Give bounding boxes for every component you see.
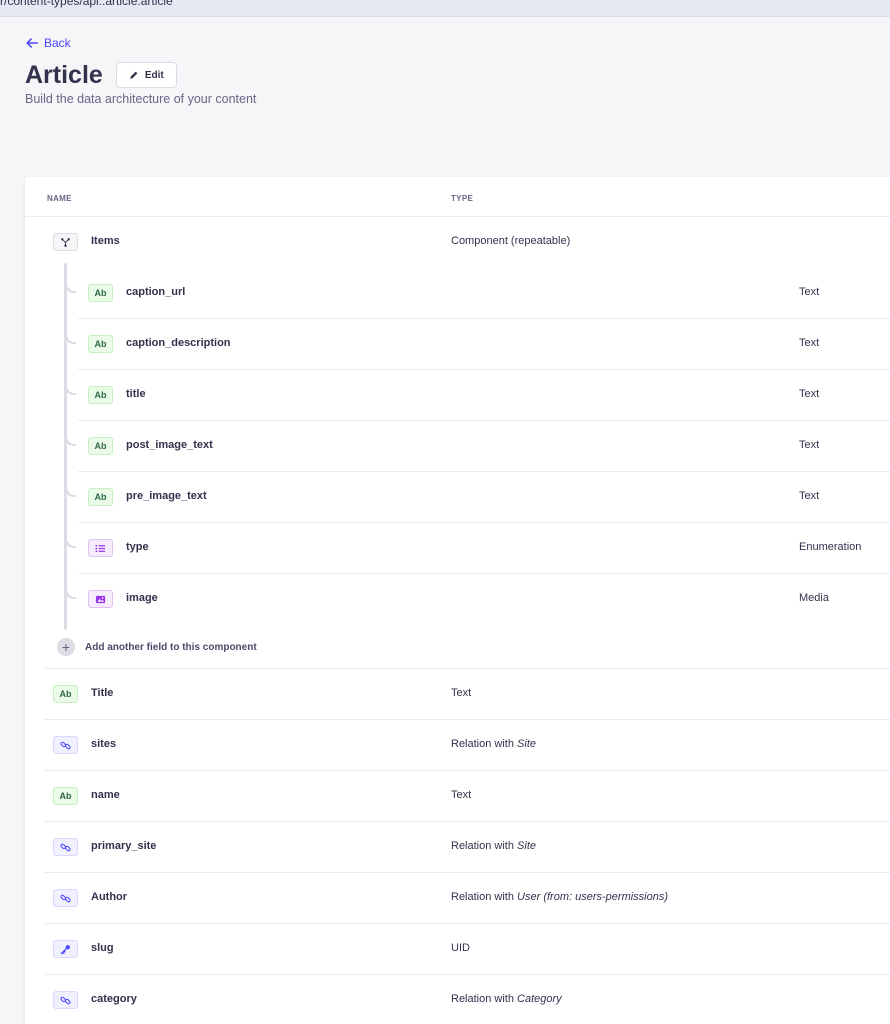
field-type: Relation with Category <box>451 993 562 1005</box>
field-type: Text <box>799 439 820 451</box>
back-label: Back <box>44 36 71 50</box>
field-name: primary_site <box>91 840 157 852</box>
component-field-row[interactable]: Ab caption_url Text <box>78 268 890 319</box>
field-name: type <box>126 541 149 553</box>
relation-icon <box>53 736 78 754</box>
text-icon: Ab <box>53 685 78 703</box>
field-type: UID <box>451 942 470 954</box>
component-field-row[interactable]: type Enumeration <box>78 523 890 574</box>
text-icon: Ab <box>88 386 113 404</box>
field-row[interactable]: primary_site Relation with Site <box>44 822 890 873</box>
component-field-row[interactable]: Ab pre_image_text Text <box>78 472 890 523</box>
component-tree-line <box>64 263 67 630</box>
field-name: name <box>91 789 120 801</box>
field-type: Relation with User (from: users-permissi… <box>451 891 669 903</box>
back-link[interactable]: Back <box>25 36 71 50</box>
text-icon: Ab <box>88 335 113 353</box>
field-type: Text <box>799 286 820 298</box>
relation-icon <box>53 991 78 1009</box>
browser-url-bar[interactable]: r/content-types/api::article.article <box>0 0 890 17</box>
field-type: Relation with Site <box>451 738 537 750</box>
page-subtitle: Build the data architecture of your cont… <box>25 92 257 106</box>
field-row[interactable]: Ab name Text <box>44 771 890 822</box>
field-type: Text <box>799 490 820 502</box>
text-icon: Ab <box>53 787 78 805</box>
media-icon <box>88 590 113 608</box>
field-type: Text <box>799 388 820 400</box>
field-type: Relation with Site <box>451 840 537 852</box>
text-icon: Ab <box>88 437 113 455</box>
field-name: Title <box>91 687 114 699</box>
relation-icon <box>53 889 78 907</box>
text-icon: Ab <box>88 284 113 302</box>
field-type: Text <box>451 687 472 699</box>
url-text: r/content-types/api::article.article <box>0 0 173 8</box>
field-type: Text <box>451 789 472 801</box>
plus-icon: + <box>57 638 75 656</box>
field-row[interactable]: Author Relation with User (from: users-p… <box>44 873 890 924</box>
edit-label: Edit <box>144 69 164 81</box>
column-header-name: NAME <box>47 194 72 203</box>
field-name: post_image_text <box>126 439 213 451</box>
field-row[interactable]: Ab Title Text <box>44 669 890 720</box>
field-row[interactable]: sites Relation with Site <box>44 720 890 771</box>
field-name: title <box>126 388 146 400</box>
field-name: caption_url <box>126 286 186 298</box>
component-icon <box>53 233 78 251</box>
field-name: Author <box>91 891 128 903</box>
key-icon <box>53 940 78 958</box>
field-name: caption_description <box>126 337 231 349</box>
edit-button[interactable]: Edit <box>115 62 177 88</box>
add-component-field-button[interactable]: + Add another field to this component <box>57 638 257 656</box>
component-field-row[interactable]: image Media <box>78 574 890 625</box>
field-row[interactable]: category Relation with Category <box>44 975 890 1024</box>
field-name: pre_image_text <box>126 490 207 502</box>
field-type: Media <box>799 592 829 604</box>
component-row[interactable]: Items Component (repeatable) <box>44 217 890 268</box>
field-type: Component (repeatable) <box>451 235 571 247</box>
field-type: Enumeration <box>799 541 862 553</box>
field-name: Items <box>91 235 120 247</box>
relation-icon <box>53 838 78 856</box>
column-header-type: TYPE <box>451 194 474 203</box>
field-row[interactable]: slug UID <box>44 924 890 975</box>
field-name: sites <box>91 738 117 750</box>
arrow-left-icon <box>26 38 39 48</box>
enumeration-icon <box>88 539 113 557</box>
page-title: Article <box>25 61 103 89</box>
add-field-label: Add another field to this component <box>85 641 257 653</box>
component-field-row[interactable]: Ab post_image_text Text <box>78 421 890 472</box>
field-type: Text <box>799 337 820 349</box>
field-name: image <box>126 592 158 604</box>
text-icon: Ab <box>88 488 113 506</box>
component-field-row[interactable]: Ab caption_description Text <box>78 319 890 370</box>
field-name: category <box>91 993 137 1005</box>
component-field-row[interactable]: Ab title Text <box>78 370 890 421</box>
pencil-icon <box>130 71 138 79</box>
field-name: slug <box>91 942 114 954</box>
